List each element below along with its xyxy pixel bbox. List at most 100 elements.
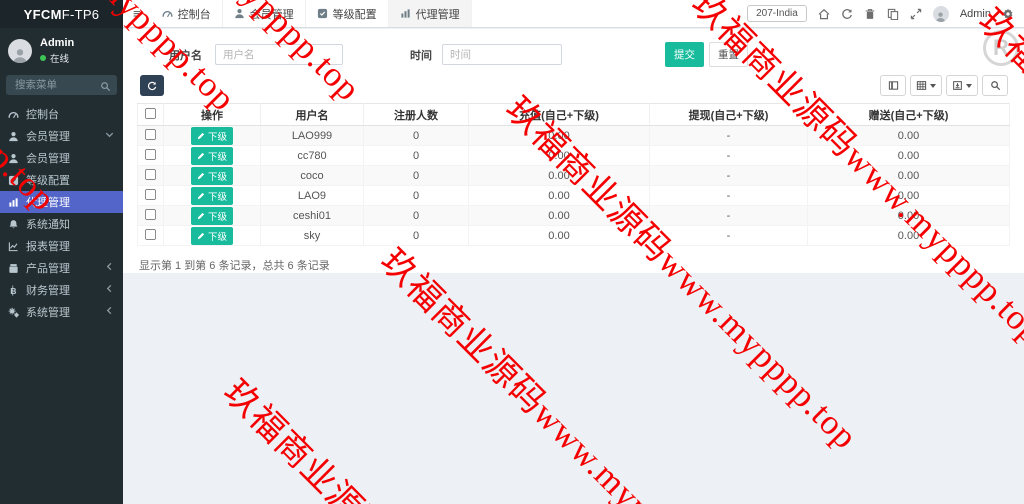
export-icon — [952, 80, 963, 91]
sidebar-menu: 控制台 会员管理 会员管理 等级配置 代理管理 系统通知 报表管理 — [0, 103, 123, 323]
columns-button[interactable] — [910, 75, 942, 96]
navbar-right: 207-India Admin — [747, 0, 1024, 27]
pencil-icon — [197, 152, 205, 160]
cell-registered: 0 — [364, 126, 469, 146]
select-all-checkbox[interactable] — [145, 107, 156, 118]
export-button[interactable] — [946, 75, 978, 96]
agent-management-page: { "brand": { "bold": "YFCM", "rest": "F-… — [0, 0, 1024, 504]
tab-agent-manage[interactable]: 代理管理 — [389, 0, 472, 27]
svg-text:B: B — [10, 285, 16, 295]
sidebar-item-member-manage[interactable]: 会员管理 — [0, 147, 123, 169]
table-row: 下级 LAO999 0 0.00 - 0.00 — [138, 126, 1010, 146]
brand-bold: YFCM — [24, 7, 62, 22]
row-checkbox[interactable] — [145, 128, 156, 139]
navbar-avatar[interactable] — [933, 6, 949, 22]
table-icon — [888, 80, 899, 91]
time-label: 时间 — [410, 47, 432, 63]
cell-username: ceshi01 — [261, 206, 364, 226]
table-header-row: 操作 用户名 注册人数 充值(自己+下级) 提现(自己+下级) 赠送(自己+下级… — [138, 104, 1010, 126]
cell-recharge: 0.00 — [469, 226, 650, 246]
cell-recharge: 0.00 — [469, 146, 650, 166]
cell-username: LAO9 — [261, 186, 364, 206]
row-checkbox[interactable] — [145, 168, 156, 179]
cell-withdraw: - — [650, 206, 808, 226]
cell-gift: 0.00 — [808, 186, 1010, 206]
cell-gift: 0.00 — [808, 126, 1010, 146]
sidebar-item-members-parent[interactable]: 会员管理 — [0, 125, 123, 147]
bell-icon — [8, 219, 19, 230]
col-header-registered: 注册人数 — [364, 104, 469, 126]
pencil-icon — [197, 132, 205, 140]
pencil-icon — [197, 172, 205, 180]
avatar — [8, 39, 32, 63]
trash-icon[interactable] — [864, 8, 876, 20]
navbar-username[interactable]: Admin — [960, 8, 991, 20]
gear-icon[interactable] — [1002, 8, 1014, 20]
reset-button[interactable]: 重置 — [709, 42, 748, 67]
cell-recharge: 0.00 — [469, 126, 650, 146]
user-icon — [234, 8, 245, 19]
sidebar-item-report-manage[interactable]: 报表管理 — [0, 235, 123, 257]
user-icon — [8, 131, 19, 142]
fullscreen-icon[interactable] — [910, 8, 922, 20]
sidebar-item-system-notice[interactable]: 系统通知 — [0, 213, 123, 235]
sidebar-item-level-config[interactable]: 等级配置 — [0, 169, 123, 191]
sidebar-toggle-icon[interactable]: ≡ — [123, 0, 151, 27]
tab-member-manage[interactable]: 会员管理 — [223, 0, 306, 27]
subordinate-button[interactable]: 下级 — [191, 167, 233, 185]
gauge-icon — [162, 8, 173, 19]
submit-button[interactable]: 提交 — [665, 42, 704, 67]
row-checkbox[interactable] — [145, 208, 156, 219]
cell-username: LAO999 — [261, 126, 364, 146]
table-row: 下级 cc780 0 0.00 - 0.00 — [138, 146, 1010, 166]
bar-chart-icon — [8, 197, 19, 208]
refresh-icon — [147, 81, 157, 91]
row-checkbox[interactable] — [145, 148, 156, 159]
cell-recharge: 0.00 — [469, 166, 650, 186]
navbar-tabs: 控制台 会员管理 等级配置 代理管理 — [151, 0, 472, 27]
cogs-icon — [8, 307, 19, 318]
pencil-icon — [197, 212, 205, 220]
watermark: 玖福商业源码www.mypppp.top — [214, 366, 590, 504]
refresh-icon[interactable] — [841, 8, 853, 20]
line-chart-icon — [8, 241, 19, 252]
badge-check-icon — [317, 8, 328, 19]
sidebar-item-system-manage[interactable]: 系统管理 — [0, 301, 123, 323]
home-icon[interactable] — [818, 8, 830, 20]
username-input[interactable] — [215, 44, 343, 65]
clear-cache-icon[interactable] — [887, 8, 899, 20]
chevron-left-icon — [104, 283, 115, 297]
tab-level-config[interactable]: 等级配置 — [306, 0, 389, 27]
user-name: Admin — [40, 37, 74, 49]
sidebar-item-finance-manage[interactable]: B 财务管理 — [0, 279, 123, 301]
subordinate-button[interactable]: 下级 — [191, 187, 233, 205]
tab-dashboard[interactable]: 控制台 — [151, 0, 223, 27]
cell-username: cc780 — [261, 146, 364, 166]
col-header-action: 操作 — [164, 104, 261, 126]
table-row: 下级 ceshi01 0 0.00 - 0.00 — [138, 206, 1010, 226]
agents-table: 操作 用户名 注册人数 充值(自己+下级) 提现(自己+下级) 赠送(自己+下级… — [137, 103, 1010, 246]
subordinate-button[interactable]: 下级 — [191, 227, 233, 245]
cell-withdraw: - — [650, 126, 808, 146]
subordinate-button[interactable]: 下级 — [191, 147, 233, 165]
row-checkbox[interactable] — [145, 228, 156, 239]
time-input[interactable] — [442, 44, 562, 65]
sidebar-item-dashboard[interactable]: 控制台 — [0, 103, 123, 125]
subordinate-button[interactable]: 下级 — [191, 127, 233, 145]
caret-down-icon — [966, 84, 972, 88]
cell-username: sky — [261, 226, 364, 246]
region-button[interactable]: 207-India — [747, 5, 807, 22]
subordinate-button[interactable]: 下级 — [191, 207, 233, 225]
table-refresh-button[interactable] — [140, 75, 164, 96]
search-icon[interactable] — [100, 79, 111, 97]
pencil-icon — [197, 232, 205, 240]
cell-gift: 0.00 — [808, 146, 1010, 166]
search-toggle-button[interactable] — [982, 75, 1008, 96]
sidebar-item-product-manage[interactable]: 产品管理 — [0, 257, 123, 279]
sidebar-item-agent-manage[interactable]: 代理管理 — [0, 191, 123, 213]
registered-logo: R — [983, 30, 1019, 66]
toggle-view-button[interactable] — [880, 75, 906, 96]
username-label: 用户名 — [169, 47, 202, 63]
row-checkbox[interactable] — [145, 188, 156, 199]
cell-recharge: 0.00 — [469, 186, 650, 206]
